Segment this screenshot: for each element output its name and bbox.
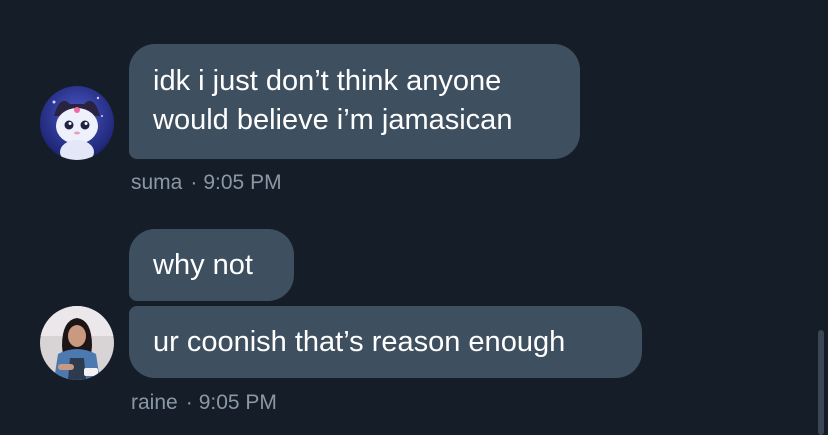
message-meta: suma · 9:05 PM bbox=[131, 171, 282, 195]
message-bubble[interactable]: why not bbox=[129, 229, 294, 301]
message-text-line: ur coonish that’s reason enough bbox=[153, 326, 566, 358]
message-bubble[interactable]: idk i just don’t think anyone would beli… bbox=[129, 44, 580, 159]
message-meta: raine · 9:05 PM bbox=[131, 391, 277, 415]
sender-name[interactable]: raine bbox=[131, 391, 178, 414]
suma-avatar[interactable] bbox=[40, 86, 114, 160]
meta-separator: · bbox=[185, 391, 193, 414]
sender-name[interactable]: suma bbox=[131, 171, 182, 194]
message-text-line: would believe i’m jamasican bbox=[153, 104, 513, 136]
message-timestamp: 9:05 PM bbox=[198, 391, 277, 414]
message-timestamp: 9:05 PM bbox=[203, 171, 282, 194]
scrollbar[interactable] bbox=[818, 330, 824, 435]
meta-separator: · bbox=[190, 171, 198, 194]
raine-avatar[interactable] bbox=[40, 306, 114, 380]
message-text-line: idk i just don’t think anyone bbox=[153, 65, 502, 97]
message-text-line: why not bbox=[153, 249, 253, 281]
message-bubble[interactable]: ur coonish that’s reason enough bbox=[129, 306, 642, 378]
